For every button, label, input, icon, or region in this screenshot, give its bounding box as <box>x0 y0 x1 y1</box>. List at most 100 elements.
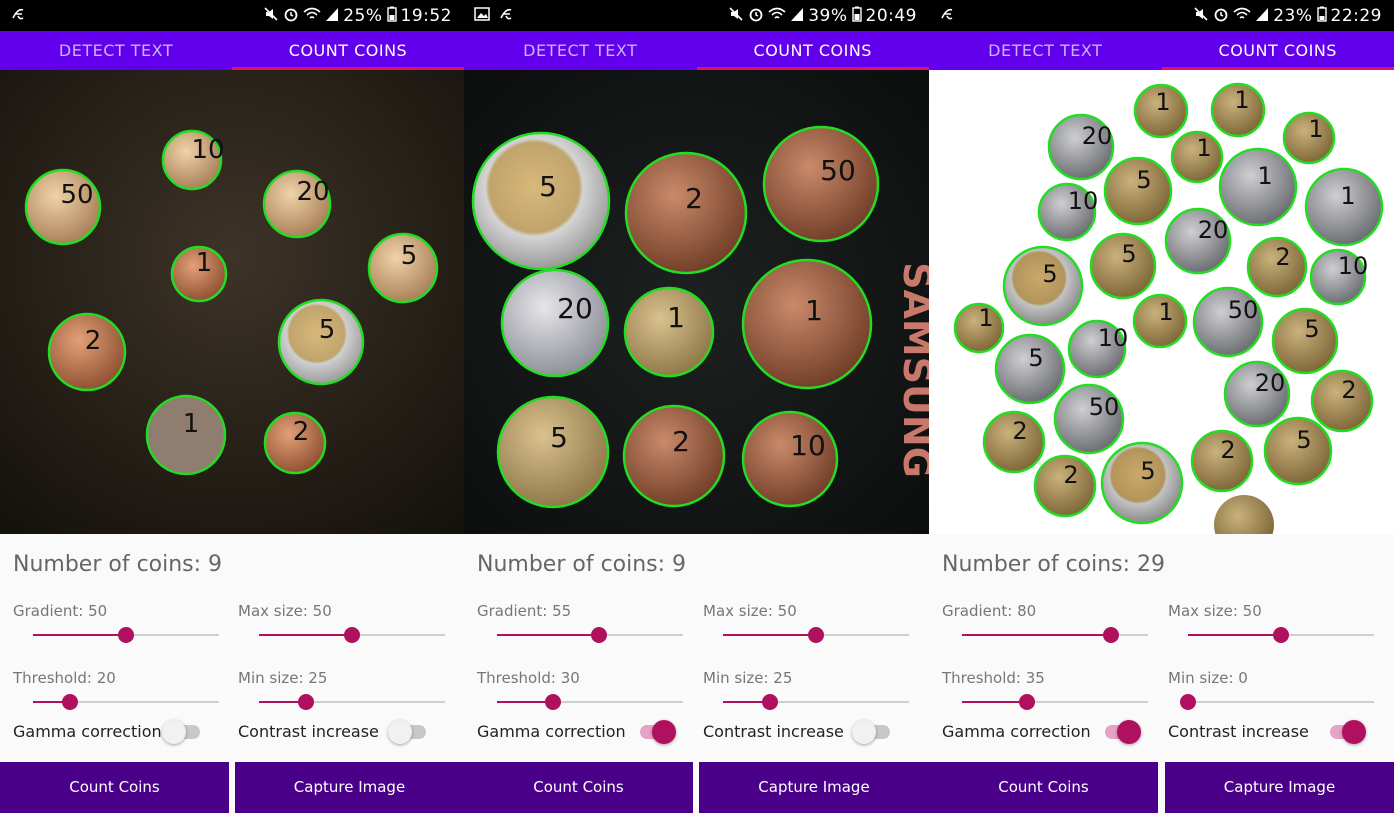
max-size-slider[interactable] <box>1188 625 1374 645</box>
slider-thumb[interactable] <box>808 627 824 643</box>
coin: 2 <box>1310 369 1374 433</box>
count-coins-button[interactable]: Count Coins <box>0 762 229 813</box>
coin-label: 5 <box>1136 166 1151 194</box>
coin-label: 2 <box>1220 436 1235 464</box>
coin-label: 1 <box>978 304 993 332</box>
signal-icon <box>790 6 804 27</box>
slider-thumb[interactable] <box>344 627 360 643</box>
coin-label: 5 <box>401 241 418 271</box>
gradient-slider[interactable] <box>962 625 1148 645</box>
signal-icon <box>1255 6 1269 27</box>
coin: 2 <box>263 411 327 475</box>
min-size-label: Min size: 25 <box>703 669 793 687</box>
coin: 1 <box>145 394 227 476</box>
tab-detect-text[interactable]: DETECT TEXT <box>464 31 697 70</box>
tab-detect-text[interactable]: DETECT TEXT <box>929 31 1162 70</box>
gamma-correction-label: Gamma correction <box>477 722 626 741</box>
contrast-increase-switch[interactable] <box>1326 719 1370 745</box>
status-bar: 23% 22:29 <box>929 0 1394 31</box>
count-coins-button[interactable]: Count Coins <box>464 762 693 813</box>
gradient-label: Gradient: 50 <box>13 602 108 620</box>
coin-label: 5 <box>550 421 568 454</box>
gamma-correction-label: Gamma correction <box>942 722 1091 741</box>
slider-thumb[interactable] <box>761 694 778 710</box>
slider-thumb[interactable] <box>62 694 79 710</box>
coin: 1 <box>741 258 873 390</box>
count-coins-button[interactable]: Count Coins <box>929 762 1158 813</box>
coin-label: 10 <box>1338 252 1369 280</box>
slider-thumb[interactable] <box>1273 627 1289 643</box>
coin: 1 <box>1282 111 1336 165</box>
coin-label: 2 <box>1341 376 1356 404</box>
tab-count-coins[interactable]: COUNT COINS <box>1161 31 1394 70</box>
status-left <box>939 6 955 26</box>
coin-label: 20 <box>1082 122 1113 150</box>
threshold-slider[interactable] <box>497 692 683 712</box>
max-size-label: Max size: 50 <box>238 602 332 620</box>
capture-image-button[interactable]: Capture Image <box>235 762 464 813</box>
threshold-slider[interactable] <box>962 692 1148 712</box>
coin-label: 20 <box>1198 216 1229 244</box>
gradient-slider[interactable] <box>33 625 219 645</box>
min-size-slider[interactable] <box>1180 692 1374 712</box>
battery-percent: 25% <box>343 6 383 26</box>
gamma-correction-switch[interactable] <box>162 719 206 745</box>
coin: 20 <box>1164 207 1232 275</box>
mute-icon <box>1193 6 1209 27</box>
coin-label: 2 <box>85 326 102 356</box>
coin-label: 50 <box>1228 296 1259 324</box>
coin-label: 5 <box>1028 344 1043 372</box>
coin: 5 <box>1271 307 1339 375</box>
coin-label: 20 <box>296 177 329 207</box>
min-size-label: Min size: 25 <box>238 669 328 687</box>
min-size-slider[interactable] <box>723 692 909 712</box>
status-bar: 25% 19:52 <box>0 0 464 31</box>
slider-thumb[interactable] <box>544 694 561 710</box>
slider-thumb[interactable] <box>297 694 314 710</box>
gradient-slider[interactable] <box>497 625 683 645</box>
coin-count-label: Number of coins: 9 <box>13 552 223 577</box>
slider-thumb[interactable] <box>118 627 134 643</box>
camera-preview: 1 1 20 1 1 5 1 1 10 20 5 2 10 5 1 50 5 1… <box>929 70 1394 534</box>
coin: 20 <box>1223 360 1291 428</box>
tab-count-coins[interactable]: COUNT COINS <box>696 31 930 70</box>
coin-label: 50 <box>60 180 93 210</box>
tab-detect-text[interactable]: DETECT TEXT <box>0 31 232 70</box>
controls-panel: Number of coins: 29 Gradient: 80 Max siz… <box>929 534 1394 762</box>
contrast-increase-switch[interactable] <box>852 719 896 745</box>
contrast-increase-label: Contrast increase <box>1168 722 1309 741</box>
tab-bar: DETECT TEXT COUNT COINS <box>464 31 929 70</box>
slider-thumb[interactable] <box>1102 627 1119 643</box>
capture-image-button[interactable]: Capture Image <box>699 762 929 813</box>
coin-label: 2 <box>1275 243 1290 271</box>
contrast-increase-label: Contrast increase <box>703 722 844 741</box>
clock: 20:49 <box>865 6 917 26</box>
gamma-correction-switch[interactable] <box>636 719 680 745</box>
gamma-correction-switch[interactable] <box>1101 719 1145 745</box>
capture-image-button[interactable]: Capture Image <box>1165 762 1394 813</box>
threshold-slider[interactable] <box>33 692 219 712</box>
max-size-slider[interactable] <box>259 625 445 645</box>
coin: 1 <box>1170 130 1224 184</box>
slider-thumb[interactable] <box>591 627 608 643</box>
threshold-label: Threshold: 35 <box>942 669 1045 687</box>
min-size-slider[interactable] <box>259 692 445 712</box>
coin-label: 1 <box>1158 298 1173 326</box>
coin-label: 2 <box>672 425 690 458</box>
slider-thumb[interactable] <box>1019 694 1036 710</box>
clock: 19:52 <box>400 6 452 26</box>
wifi-icon <box>768 6 786 27</box>
coin-label: 20 <box>557 292 593 325</box>
coin-label: 1 <box>1196 134 1211 162</box>
screenshots-row: 25% 19:52 DETECT TEXT COUNT COINS 10 50 … <box>0 0 1394 813</box>
contrast-increase-switch[interactable] <box>388 719 432 745</box>
coin: 2 <box>47 312 127 392</box>
coin-label: 5 <box>1140 457 1155 485</box>
coin-label: 50 <box>1089 393 1120 421</box>
coin: 1 <box>170 245 228 303</box>
slider-thumb[interactable] <box>1180 694 1196 710</box>
alarm-icon <box>283 6 299 27</box>
tab-count-coins[interactable]: COUNT COINS <box>232 31 464 70</box>
phone-screen-3: 23% 22:29 DETECT TEXT COUNT COINS 1 1 20… <box>929 0 1394 813</box>
max-size-slider[interactable] <box>723 625 909 645</box>
